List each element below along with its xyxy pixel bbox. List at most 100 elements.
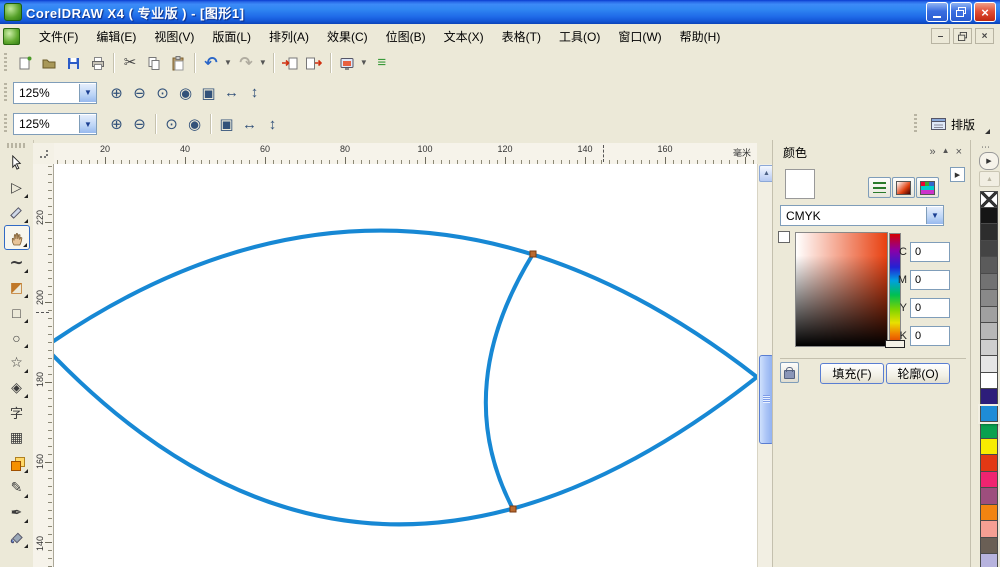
zoom-to-height-button[interactable]: ↕ [243,82,266,104]
copy-button[interactable] [142,51,166,75]
redo-dropdown-icon[interactable]: ▼ [259,58,267,67]
swatch-10-black[interactable] [980,356,998,373]
basic-shapes-tool[interactable]: ◈ [4,375,30,400]
rectangle-tool[interactable]: □ [4,300,30,325]
new-button[interactable] [13,51,37,75]
outline-button[interactable]: 轮廓(O) [886,363,950,384]
menu-effects[interactable]: 效果(C) [318,25,377,48]
swatch-brown[interactable] [980,537,998,554]
lens-upper-arc[interactable] [54,228,757,379]
export-button[interactable] [302,51,326,75]
minimize-button[interactable] [926,2,948,22]
swatch-30-black[interactable] [980,323,998,340]
zoom-to-page-button[interactable]: ▣ [215,113,238,135]
swatch-yellow[interactable] [980,438,998,455]
open-button[interactable] [37,51,61,75]
fill-button[interactable]: 填充(F) [820,363,884,384]
color-sliders-button[interactable] [868,177,891,198]
swatch-90-black[interactable] [980,224,998,241]
zoom-to-selection-button[interactable]: ⊙ [160,113,183,135]
application-launcher-button[interactable] [335,51,359,75]
doc-close-button[interactable]: × [975,28,994,44]
docker-dock-icon[interactable]: ▲ [942,146,950,158]
pick-tool[interactable] [4,150,30,175]
hand-tool[interactable] [3,225,30,250]
cut-button[interactable]: ✂ [118,51,142,75]
swatch-purple[interactable] [980,488,998,505]
swatch-white[interactable] [980,372,998,389]
swatch-magenta[interactable] [980,471,998,488]
combo-dropdown-button[interactable]: ▼ [926,207,943,224]
smart-fill-tool[interactable]: ◩ [4,275,30,300]
lens-lower-arc[interactable] [54,347,757,527]
swatch-40-black[interactable] [980,306,998,323]
vertical-ruler[interactable]: 220 200 180 160 140 [33,164,54,567]
outline-pen-tool[interactable]: ✒ [4,500,30,525]
channel-value-field[interactable]: 0 [910,242,950,262]
print-button[interactable] [85,51,109,75]
toolbar-grip[interactable] [3,114,7,134]
docker-flyout-button[interactable]: ▶ [950,167,965,182]
zoom-to-page-button[interactable]: ▣ [197,82,220,104]
freehand-tool[interactable]: ∼ [4,250,30,275]
zoom-level-combo[interactable]: 125% ▼ [13,81,97,104]
swatch-cyan-blue[interactable] [978,403,1000,424]
redo-button[interactable]: ↷ [234,51,258,75]
swatch-orange[interactable] [980,504,998,521]
doc-minimize-button[interactable]: – [931,28,950,44]
save-button[interactable] [61,51,85,75]
swatch-20-black[interactable] [980,339,998,356]
ruler-origin[interactable] [33,143,54,165]
node-marker-bottom[interactable] [509,505,517,513]
doc-restore-button[interactable] [953,28,972,44]
paste-button[interactable] [166,51,190,75]
docker-close-icon[interactable]: × [956,146,962,158]
text-tool[interactable]: 字 [4,400,30,425]
vertical-scrollbar[interactable]: ▲ [757,164,774,567]
docker-collapse-icon[interactable]: » [930,146,936,158]
menu-table[interactable]: 表格(T) [493,25,550,48]
swatch-50-black[interactable] [980,290,998,307]
node-marker-top[interactable] [529,250,537,258]
toolbar-grip[interactable] [3,52,7,73]
toolbar-grip[interactable] [3,82,7,103]
restore-button[interactable] [950,2,972,22]
zoom-to-selection-button[interactable]: ⊙ [151,82,174,104]
channel-value-field[interactable]: 0 [910,298,950,318]
menu-file[interactable]: 文件(F) [30,25,87,48]
undo-dropdown-icon[interactable]: ▼ [224,58,232,67]
eyedropper-tool[interactable]: ✎ [4,475,30,500]
swatch-no-color[interactable] [980,191,998,208]
toolbar-overflow-icon[interactable] [985,128,990,134]
zoom-in-button[interactable]: ⊕ [105,82,128,104]
horizontal-ruler[interactable]: 20 40 60 80 100 120 140 160 毫米 [54,143,757,165]
menu-tools[interactable]: 工具(O) [550,25,609,48]
menu-help[interactable]: 帮助(H) [671,25,730,48]
close-button[interactable]: × [974,2,996,22]
blend-tool[interactable] [4,450,30,475]
swatch-black[interactable] [980,207,998,224]
channel-value-field[interactable]: 0 [910,270,950,290]
zoom-level-combo-2[interactable]: 125% ▼ [13,113,97,135]
swatch-lavender[interactable] [980,554,998,567]
combo-dropdown-button[interactable]: ▼ [79,83,96,102]
table-tool[interactable]: ▦ [4,425,30,450]
swatch-70-black[interactable] [980,257,998,274]
color-palettes-button[interactable] [916,177,939,198]
zoom-out-button[interactable]: ⊖ [128,82,151,104]
menu-window[interactable]: 窗口(W) [609,25,670,48]
polygon-tool[interactable]: ☆ [4,350,30,375]
shape-tool[interactable]: ▷ [4,175,30,200]
zoom-to-all-button[interactable]: ◉ [183,113,206,135]
layout-button[interactable]: 排版 [924,114,981,135]
zoom-to-width-button[interactable]: ↔ [238,113,261,135]
swatch-pink[interactable] [980,521,998,538]
launcher-dropdown-icon[interactable]: ▼ [360,58,368,67]
ellipse-tool[interactable]: ○ [4,325,30,350]
swatch-red[interactable] [980,455,998,472]
zoom-to-all-button[interactable]: ◉ [174,82,197,104]
color-model-combo[interactable]: CMYK ▼ [780,205,944,226]
customize-button[interactable]: ≡ [370,51,394,75]
swatch-blue[interactable] [980,389,998,406]
zoom-out-button[interactable]: ⊖ [128,113,151,135]
